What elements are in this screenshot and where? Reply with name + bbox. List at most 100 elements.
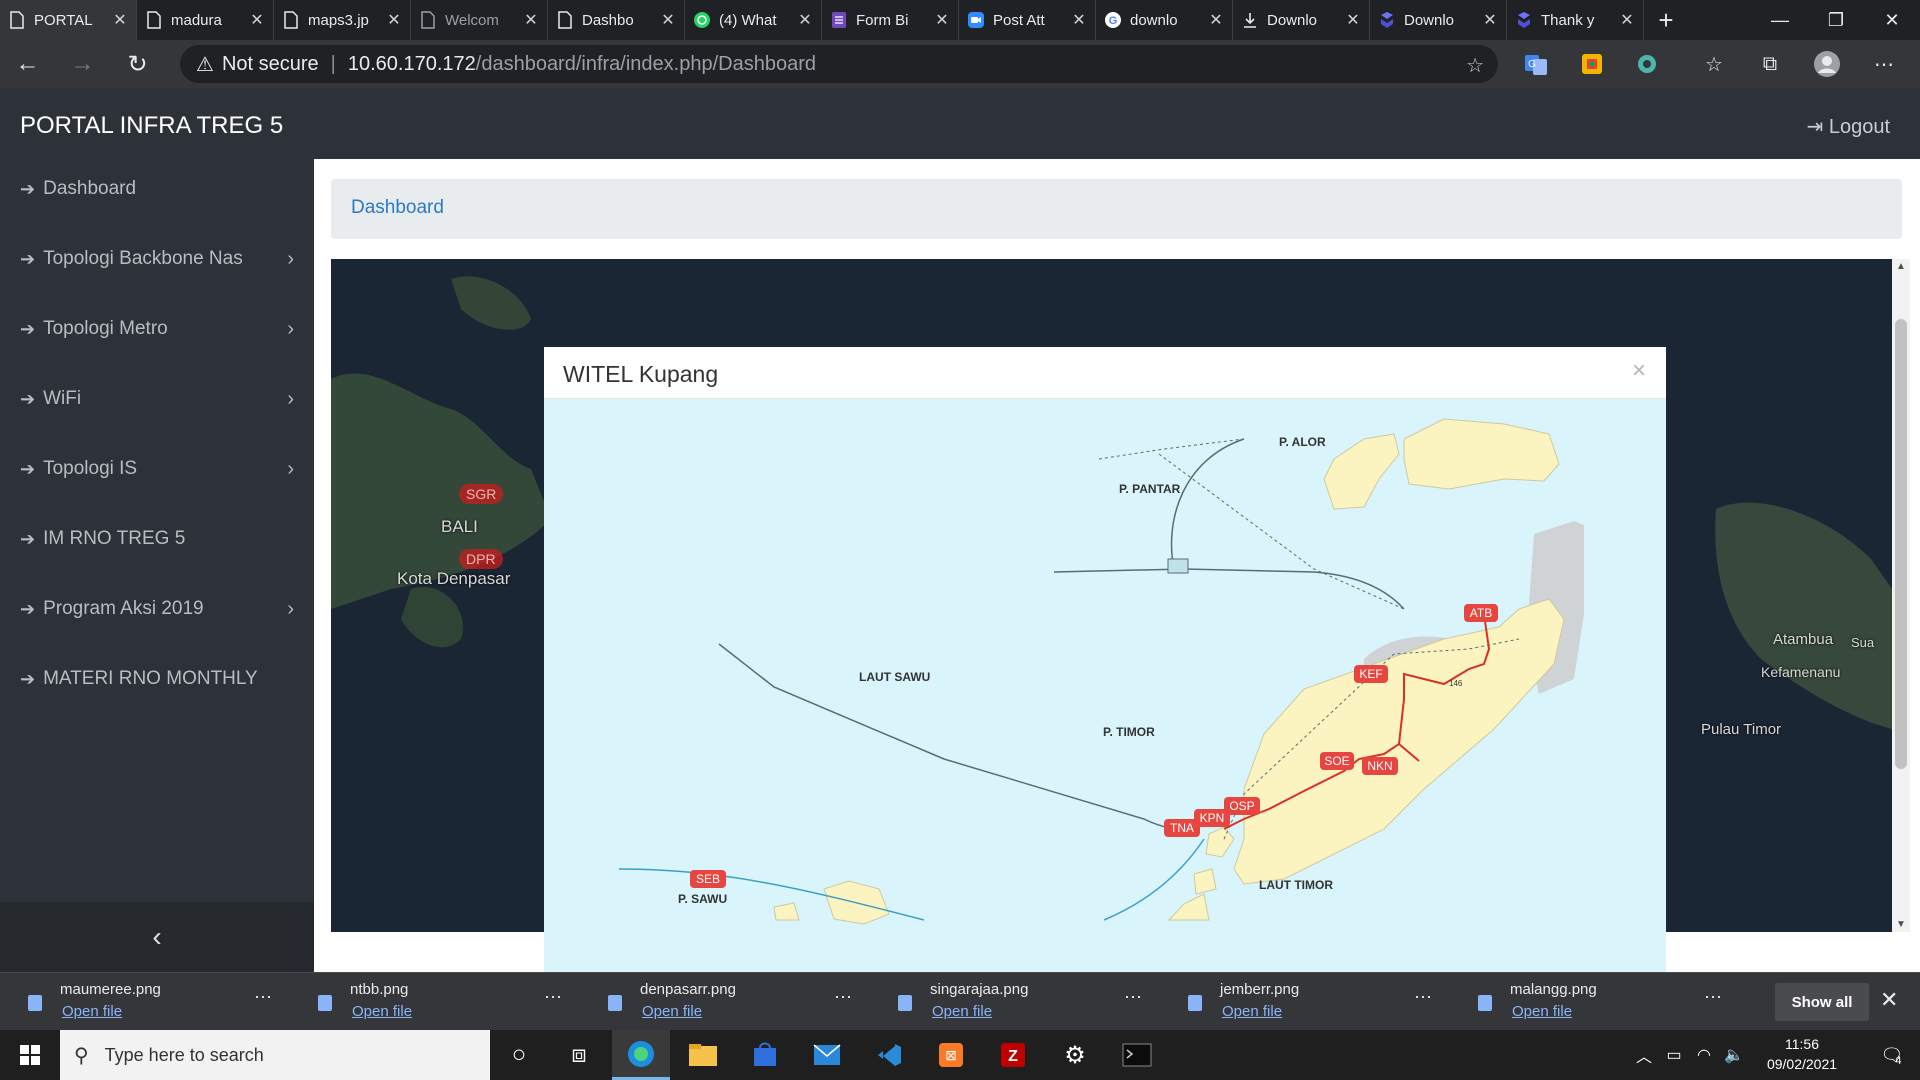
site-pin-atb[interactable]: ATB bbox=[1464, 604, 1498, 622]
scrollbar-thumb[interactable] bbox=[1895, 319, 1907, 769]
browser-tab[interactable]: Welcom ✕ bbox=[411, 0, 548, 40]
site-pin-seb[interactable]: SEB bbox=[690, 870, 726, 888]
close-tab-icon[interactable]: ✕ bbox=[386, 10, 402, 30]
browser-tab[interactable]: Downlo ✕ bbox=[1233, 0, 1370, 40]
more-options-icon[interactable]: ⋯ bbox=[1414, 987, 1432, 1008]
open-file-link[interactable]: Open file bbox=[932, 1003, 992, 1020]
task-view-icon[interactable]: ⧈ bbox=[550, 1030, 608, 1080]
sidebar-item-topologi-backbone[interactable]: ➔ Topologi Backbone Nas › bbox=[0, 229, 314, 289]
restore-icon[interactable]: ❐ bbox=[1808, 0, 1864, 40]
close-icon[interactable]: × bbox=[1632, 357, 1646, 385]
browser-tab[interactable]: Post Att ✕ bbox=[959, 0, 1096, 40]
store-icon[interactable] bbox=[736, 1030, 794, 1080]
open-file-link[interactable]: Open file bbox=[352, 1003, 412, 1020]
scroll-down-icon[interactable]: ▼ bbox=[1892, 919, 1910, 930]
sidebar-item-wifi[interactable]: ➔ WiFi › bbox=[0, 369, 314, 429]
filezilla-icon[interactable]: Z bbox=[984, 1030, 1042, 1080]
open-file-link[interactable]: Open file bbox=[62, 1003, 122, 1020]
browser-tab[interactable]: Form Bi ✕ bbox=[822, 0, 959, 40]
minimize-icon[interactable]: — bbox=[1752, 0, 1808, 40]
favorites-icon[interactable]: ☆ bbox=[1700, 50, 1728, 78]
wifi-icon[interactable]: ◠ bbox=[1690, 1030, 1718, 1080]
more-options-icon[interactable]: ⋯ bbox=[1704, 987, 1722, 1008]
close-tab-icon[interactable]: ✕ bbox=[1071, 10, 1087, 30]
download-item[interactable]: maumeree.png Open file ⋯ bbox=[0, 973, 290, 1031]
back-button[interactable]: ← bbox=[0, 40, 55, 88]
more-options-icon[interactable]: ⋯ bbox=[834, 987, 852, 1008]
vscode-icon[interactable] bbox=[860, 1030, 918, 1080]
show-hidden-icons-icon[interactable]: ︿ bbox=[1630, 1030, 1658, 1080]
browser-tab[interactable]: G downlo ✕ bbox=[1096, 0, 1233, 40]
browser-tab[interactable]: Downlo ✕ bbox=[1370, 0, 1507, 40]
map-pin-sgr[interactable]: SGR bbox=[459, 484, 504, 504]
app-brand[interactable]: PORTAL INFRA TREG 5 bbox=[20, 112, 283, 140]
scroll-up-icon[interactable]: ▲ bbox=[1892, 261, 1910, 272]
reload-button[interactable]: ↻ bbox=[110, 40, 165, 88]
close-tab-icon[interactable]: ✕ bbox=[112, 10, 128, 30]
more-options-icon[interactable]: ⋯ bbox=[254, 987, 272, 1008]
browser-tab[interactable]: Dashbo ✕ bbox=[548, 0, 685, 40]
close-tab-icon[interactable]: ✕ bbox=[1208, 10, 1224, 30]
close-window-icon[interactable]: ✕ bbox=[1864, 0, 1920, 40]
close-downloads-icon[interactable]: ✕ bbox=[1880, 987, 1898, 1013]
download-item[interactable]: jemberr.png Open file ⋯ bbox=[1160, 973, 1450, 1031]
settings-gear-icon[interactable]: ⚙ bbox=[1046, 1030, 1104, 1080]
new-tab-button[interactable]: + bbox=[1644, 0, 1688, 40]
site-pin-kef[interactable]: KEF bbox=[1354, 665, 1388, 683]
volume-icon[interactable]: 🔈 bbox=[1720, 1030, 1748, 1080]
logout-button[interactable]: ⇥ Logout bbox=[1807, 114, 1891, 139]
site-pin-nkn[interactable]: NKN bbox=[1362, 757, 1398, 775]
show-all-button[interactable]: Show all bbox=[1775, 983, 1869, 1021]
sidebar-collapse-button[interactable]: ‹ bbox=[0, 902, 314, 972]
close-tab-icon[interactable]: ✕ bbox=[934, 10, 950, 30]
download-item[interactable]: singarajaa.png Open file ⋯ bbox=[870, 973, 1160, 1031]
close-tab-icon[interactable]: ✕ bbox=[1619, 10, 1635, 30]
sidebar-item-topologi-metro[interactable]: ➔ Topologi Metro › bbox=[0, 299, 314, 359]
battery-icon[interactable]: ▭ bbox=[1660, 1030, 1688, 1080]
browser-tab[interactable]: maps3.jp ✕ bbox=[274, 0, 411, 40]
download-item[interactable]: malangg.png Open file ⋯ bbox=[1450, 973, 1740, 1031]
map-pin-dpr[interactable]: DPR bbox=[459, 549, 503, 569]
edge-browser-icon[interactable] bbox=[612, 1030, 670, 1080]
site-pin-soe[interactable]: SOE bbox=[1320, 752, 1354, 770]
close-tab-icon[interactable]: ✕ bbox=[1482, 10, 1498, 30]
security-label[interactable]: Not secure bbox=[222, 53, 319, 76]
system-clock[interactable]: 11:56 09/02/2021 bbox=[1752, 1034, 1852, 1074]
sidebar-item-materi-rno[interactable]: ➔ MATERI RNO MONTHLY bbox=[0, 649, 314, 709]
xampp-icon[interactable]: ⊠ bbox=[922, 1030, 980, 1080]
more-menu-icon[interactable]: ⋯ bbox=[1870, 50, 1898, 78]
extension-icon[interactable] bbox=[1578, 50, 1606, 78]
windows-start-icon[interactable] bbox=[0, 1030, 60, 1080]
taskbar-search-box[interactable]: ⚲ Type here to search bbox=[60, 1030, 490, 1080]
warning-icon[interactable]: ⚠ bbox=[196, 52, 214, 77]
collections-icon[interactable]: ⧉ bbox=[1756, 50, 1784, 78]
translate-extension-icon[interactable]: G bbox=[1522, 50, 1550, 78]
more-options-icon[interactable]: ⋯ bbox=[1124, 987, 1142, 1008]
close-tab-icon[interactable]: ✕ bbox=[660, 10, 676, 30]
open-file-link[interactable]: Open file bbox=[1512, 1003, 1572, 1020]
modal-scrollbar[interactable]: ▲ ▼ bbox=[1892, 259, 1910, 932]
close-tab-icon[interactable]: ✕ bbox=[523, 10, 539, 30]
browser-tab[interactable]: Thank y ✕ bbox=[1507, 0, 1644, 40]
download-item[interactable]: denpasarr.png Open file ⋯ bbox=[580, 973, 870, 1031]
sidebar-item-im-rno[interactable]: ➔ IM RNO TREG 5 bbox=[0, 509, 314, 569]
terminal-icon[interactable] bbox=[1108, 1030, 1166, 1080]
cortana-icon[interactable]: ○ bbox=[490, 1030, 548, 1080]
close-tab-icon[interactable]: ✕ bbox=[1345, 10, 1361, 30]
open-file-link[interactable]: Open file bbox=[642, 1003, 702, 1020]
profile-avatar-icon[interactable] bbox=[1813, 50, 1841, 78]
site-pin-tna[interactable]: TNA bbox=[1164, 819, 1200, 837]
forward-button[interactable]: → bbox=[55, 40, 110, 88]
browser-tab[interactable]: PORTAL ✕ bbox=[0, 0, 137, 40]
breadcrumb-dashboard-link[interactable]: Dashboard bbox=[351, 197, 444, 218]
sidebar-item-dashboard[interactable]: ➔ Dashboard bbox=[0, 159, 314, 219]
browser-tab[interactable]: (4) What ✕ bbox=[685, 0, 822, 40]
sidebar-item-topologi-is[interactable]: ➔ Topologi IS › bbox=[0, 439, 314, 499]
sidebar-item-program-aksi[interactable]: ➔ Program Aksi 2019 › bbox=[0, 579, 314, 639]
address-bar[interactable]: ⚠ Not secure | 10.60.170.172/dashboard/i… bbox=[180, 45, 1498, 83]
close-tab-icon[interactable]: ✕ bbox=[797, 10, 813, 30]
open-file-link[interactable]: Open file bbox=[1222, 1003, 1282, 1020]
mail-icon[interactable] bbox=[798, 1030, 856, 1080]
settings-extension-icon[interactable] bbox=[1633, 50, 1661, 78]
download-item[interactable]: ntbb.png Open file ⋯ bbox=[290, 973, 580, 1031]
